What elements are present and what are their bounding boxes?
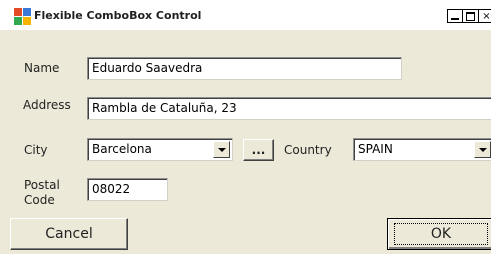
minimize-button[interactable] (447, 9, 463, 23)
app-icon (14, 8, 32, 26)
name-field[interactable]: Eduardo Saavedra (87, 57, 402, 80)
city-value: Barcelona (92, 142, 152, 156)
country-dropdown-button[interactable] (474, 141, 491, 158)
address-field[interactable]: Rambla de Cataluña, 23 (87, 97, 491, 120)
close-icon: × (482, 10, 491, 22)
country-value: SPAIN (358, 142, 393, 156)
postal-label-line2: Code (24, 193, 55, 207)
city-label: City (24, 143, 48, 157)
close-button[interactable]: × (479, 9, 491, 23)
postal-label-line1: Postal (24, 178, 60, 192)
window-controls: × (447, 9, 491, 25)
minimize-icon (451, 18, 459, 20)
ok-button[interactable]: OK (387, 218, 491, 250)
country-label: Country (284, 143, 332, 157)
cancel-button[interactable]: Cancel (10, 218, 128, 250)
address-label: Address (23, 98, 71, 112)
focus-rectangle: OK (394, 223, 488, 245)
chevron-down-icon (217, 147, 226, 152)
maximize-button[interactable] (463, 9, 479, 23)
title-bar: Flexible ComboBox Control × (0, 0, 491, 30)
city-dropdown-button[interactable] (213, 141, 230, 158)
chevron-down-icon (478, 147, 487, 152)
window-title: Flexible ComboBox Control (34, 9, 202, 22)
maximize-icon (466, 11, 475, 21)
country-combobox[interactable]: SPAIN (353, 138, 491, 161)
city-more-button[interactable]: ... (243, 139, 274, 161)
postal-code-field[interactable]: 08022 (87, 178, 168, 201)
city-combobox[interactable]: Barcelona (87, 138, 233, 161)
ok-button-label: OK (430, 226, 452, 242)
name-label: Name (24, 61, 60, 75)
